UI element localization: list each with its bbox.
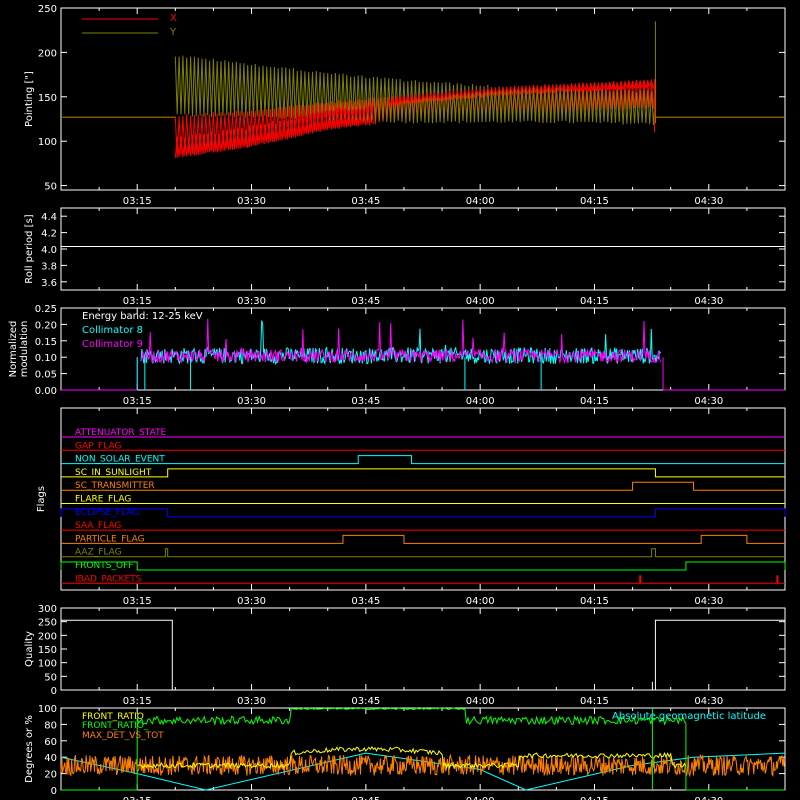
x-tick-label: 03:30 — [237, 296, 266, 307]
x-tick-label: 04:30 — [694, 196, 723, 207]
panel-modulation: 03:15 03:30 03:45 04:00 04:15 04:30 0.00 0.05 0.… — [8, 304, 786, 407]
y-tick-label: 4.0 — [41, 245, 57, 256]
legend-collimator-9: Collimator 9 — [82, 339, 143, 350]
flag-line — [61, 468, 785, 478]
x-tick-label: 03:30 — [237, 596, 266, 607]
x-tick-label: 03:30 — [237, 196, 266, 207]
y-axis-label: Roll period [s] — [24, 214, 35, 283]
x-tick-label: 03:30 — [237, 796, 266, 800]
x-tick-label: 04:30 — [694, 396, 723, 407]
flag-line — [61, 455, 785, 465]
x-tick-label: 03:45 — [351, 196, 380, 207]
x-tick-label: 03:15 — [123, 296, 152, 307]
y-tick-label: 0 — [51, 786, 57, 797]
x-tick-label: 04:30 — [694, 596, 723, 607]
x-tick-label: 04:15 — [580, 396, 609, 407]
y-axis-label: Degrees or % — [24, 715, 35, 783]
y-tick-label: 0.20 — [35, 320, 57, 331]
y-tick-label: 0.15 — [35, 337, 57, 348]
panel-quality: 03:15 03:30 03:45 04:00 04:15 04:30 0 50 100 150 2… — [24, 604, 786, 707]
y-axis-label: modulation — [19, 321, 30, 378]
flag-line — [60, 561, 786, 571]
y-tick-label: 40 — [44, 753, 57, 764]
y-tick-label: 0.05 — [35, 370, 57, 381]
y-axis-label: Flags — [36, 486, 47, 512]
y-tick-label: 20 — [44, 770, 57, 781]
y-tick-label: 100 — [38, 659, 57, 670]
flag-line — [60, 508, 786, 518]
x-tick-label: 04:15 — [580, 596, 609, 607]
multi-panel-chart: 03:15 03:30 03:45 04:00 04:15 04:30 50 100 150 20… — [8, 4, 786, 800]
energy-band-annotation: Energy band: 12-25 keV — [82, 311, 203, 322]
y-tick-label: 250 — [38, 618, 57, 629]
y-tick-label: 100 — [38, 704, 57, 715]
legend-latitude: Absolute geomagnetic latitude — [612, 711, 766, 722]
y-tick-label: 50 — [44, 672, 57, 683]
x-tick-label: 03:45 — [351, 296, 380, 307]
panel-pointing: 03:15 03:30 03:45 04:00 04:15 04:30 50 100 150 20… — [24, 4, 786, 207]
x-tick-label: 04:00 — [466, 396, 495, 407]
y-axis-label: Quality — [24, 631, 35, 667]
panel-frame — [60, 407, 786, 591]
y-tick-label: 3.6 — [41, 278, 57, 289]
y-axis-label: Pointing ["] — [24, 71, 35, 127]
legend-x-label: X — [170, 13, 177, 24]
y-tick-label: 200 — [38, 631, 57, 642]
panel-flags: 03:15 03:30 03:45 04:00 04:15 04:30FlagsATTEN… — [36, 407, 786, 607]
x-tick-label: 03:15 — [123, 696, 152, 707]
x-tick-label: 03:45 — [351, 796, 380, 800]
y-tick-label: 200 — [38, 48, 57, 59]
x-tick-label: 03:30 — [237, 396, 266, 407]
x-tick-label: 04:15 — [580, 796, 609, 800]
y-tick-label: 0 — [51, 686, 57, 697]
x-tick-label: 03:45 — [351, 596, 380, 607]
flag-line — [61, 534, 785, 544]
x-tick-label: 04:00 — [466, 696, 495, 707]
x-tick-label: 04:30 — [694, 796, 723, 800]
x-tick-label: 03:45 — [351, 396, 380, 407]
x-tick-label: 04:00 — [466, 796, 495, 800]
legend-y-label: Y — [169, 27, 177, 38]
y-tick-label: 80 — [44, 720, 57, 731]
x-tick-label: 03:15 — [123, 796, 152, 800]
y-tick-label: 50 — [44, 182, 57, 193]
y-tick-label: 0.00 — [35, 386, 57, 397]
flag-line — [61, 481, 785, 491]
y-tick-label: 250 — [38, 4, 57, 15]
y-tick-label: 150 — [38, 645, 57, 656]
x-tick-label: 03:30 — [237, 696, 266, 707]
x-tick-label: 04:15 — [580, 696, 609, 707]
y-axis-label: Normalized — [8, 321, 19, 378]
legend-max-det: MAX_DET_VS_TOT — [82, 731, 164, 741]
x-tick-label: 04:15 — [580, 196, 609, 207]
y-tick-label: 60 — [44, 737, 57, 748]
x-tick-label: 03:15 — [123, 196, 152, 207]
x-tick-label: 03:15 — [123, 396, 152, 407]
y-tick-label: 300 — [38, 604, 57, 615]
x-tick-label: 03:15 — [123, 596, 152, 607]
x-tick-label: 04:30 — [694, 696, 723, 707]
y-tick-label: 100 — [38, 137, 57, 148]
x-tick-label: 04:00 — [466, 596, 495, 607]
y-tick-label: 3.8 — [41, 261, 57, 272]
y-tick-label: 150 — [38, 93, 57, 104]
y-tick-label: 0.25 — [35, 304, 57, 315]
y-tick-label: 4.2 — [41, 229, 57, 240]
y-tick-label: 0.10 — [35, 353, 57, 364]
x-tick-label: 03:45 — [351, 696, 380, 707]
legend-front-ratio-2: FRONT_RATIO_ — [82, 721, 149, 731]
x-tick-label: 04:00 — [466, 196, 495, 207]
max-det-line — [60, 753, 785, 778]
legend-collimator-8: Collimator 8 — [82, 325, 143, 336]
y-tick-label: 4.4 — [41, 212, 57, 223]
x-tick-label: 04:30 — [694, 296, 723, 307]
panel-latitude: 03:15 03:30 03:45 04:00 04:15 04:30 0 20 40 60 80 1… — [24, 704, 786, 800]
panel-frame — [60, 207, 786, 291]
flag-line — [61, 548, 785, 558]
x-tick-label: 04:00 — [466, 296, 495, 307]
quality-line — [61, 619, 785, 691]
x-tick-label: 04:15 — [580, 296, 609, 307]
panel-roll: 03:15 03:30 03:45 04:00 04:15 04:30 3.6 3.8 4.0 4… — [24, 207, 786, 307]
